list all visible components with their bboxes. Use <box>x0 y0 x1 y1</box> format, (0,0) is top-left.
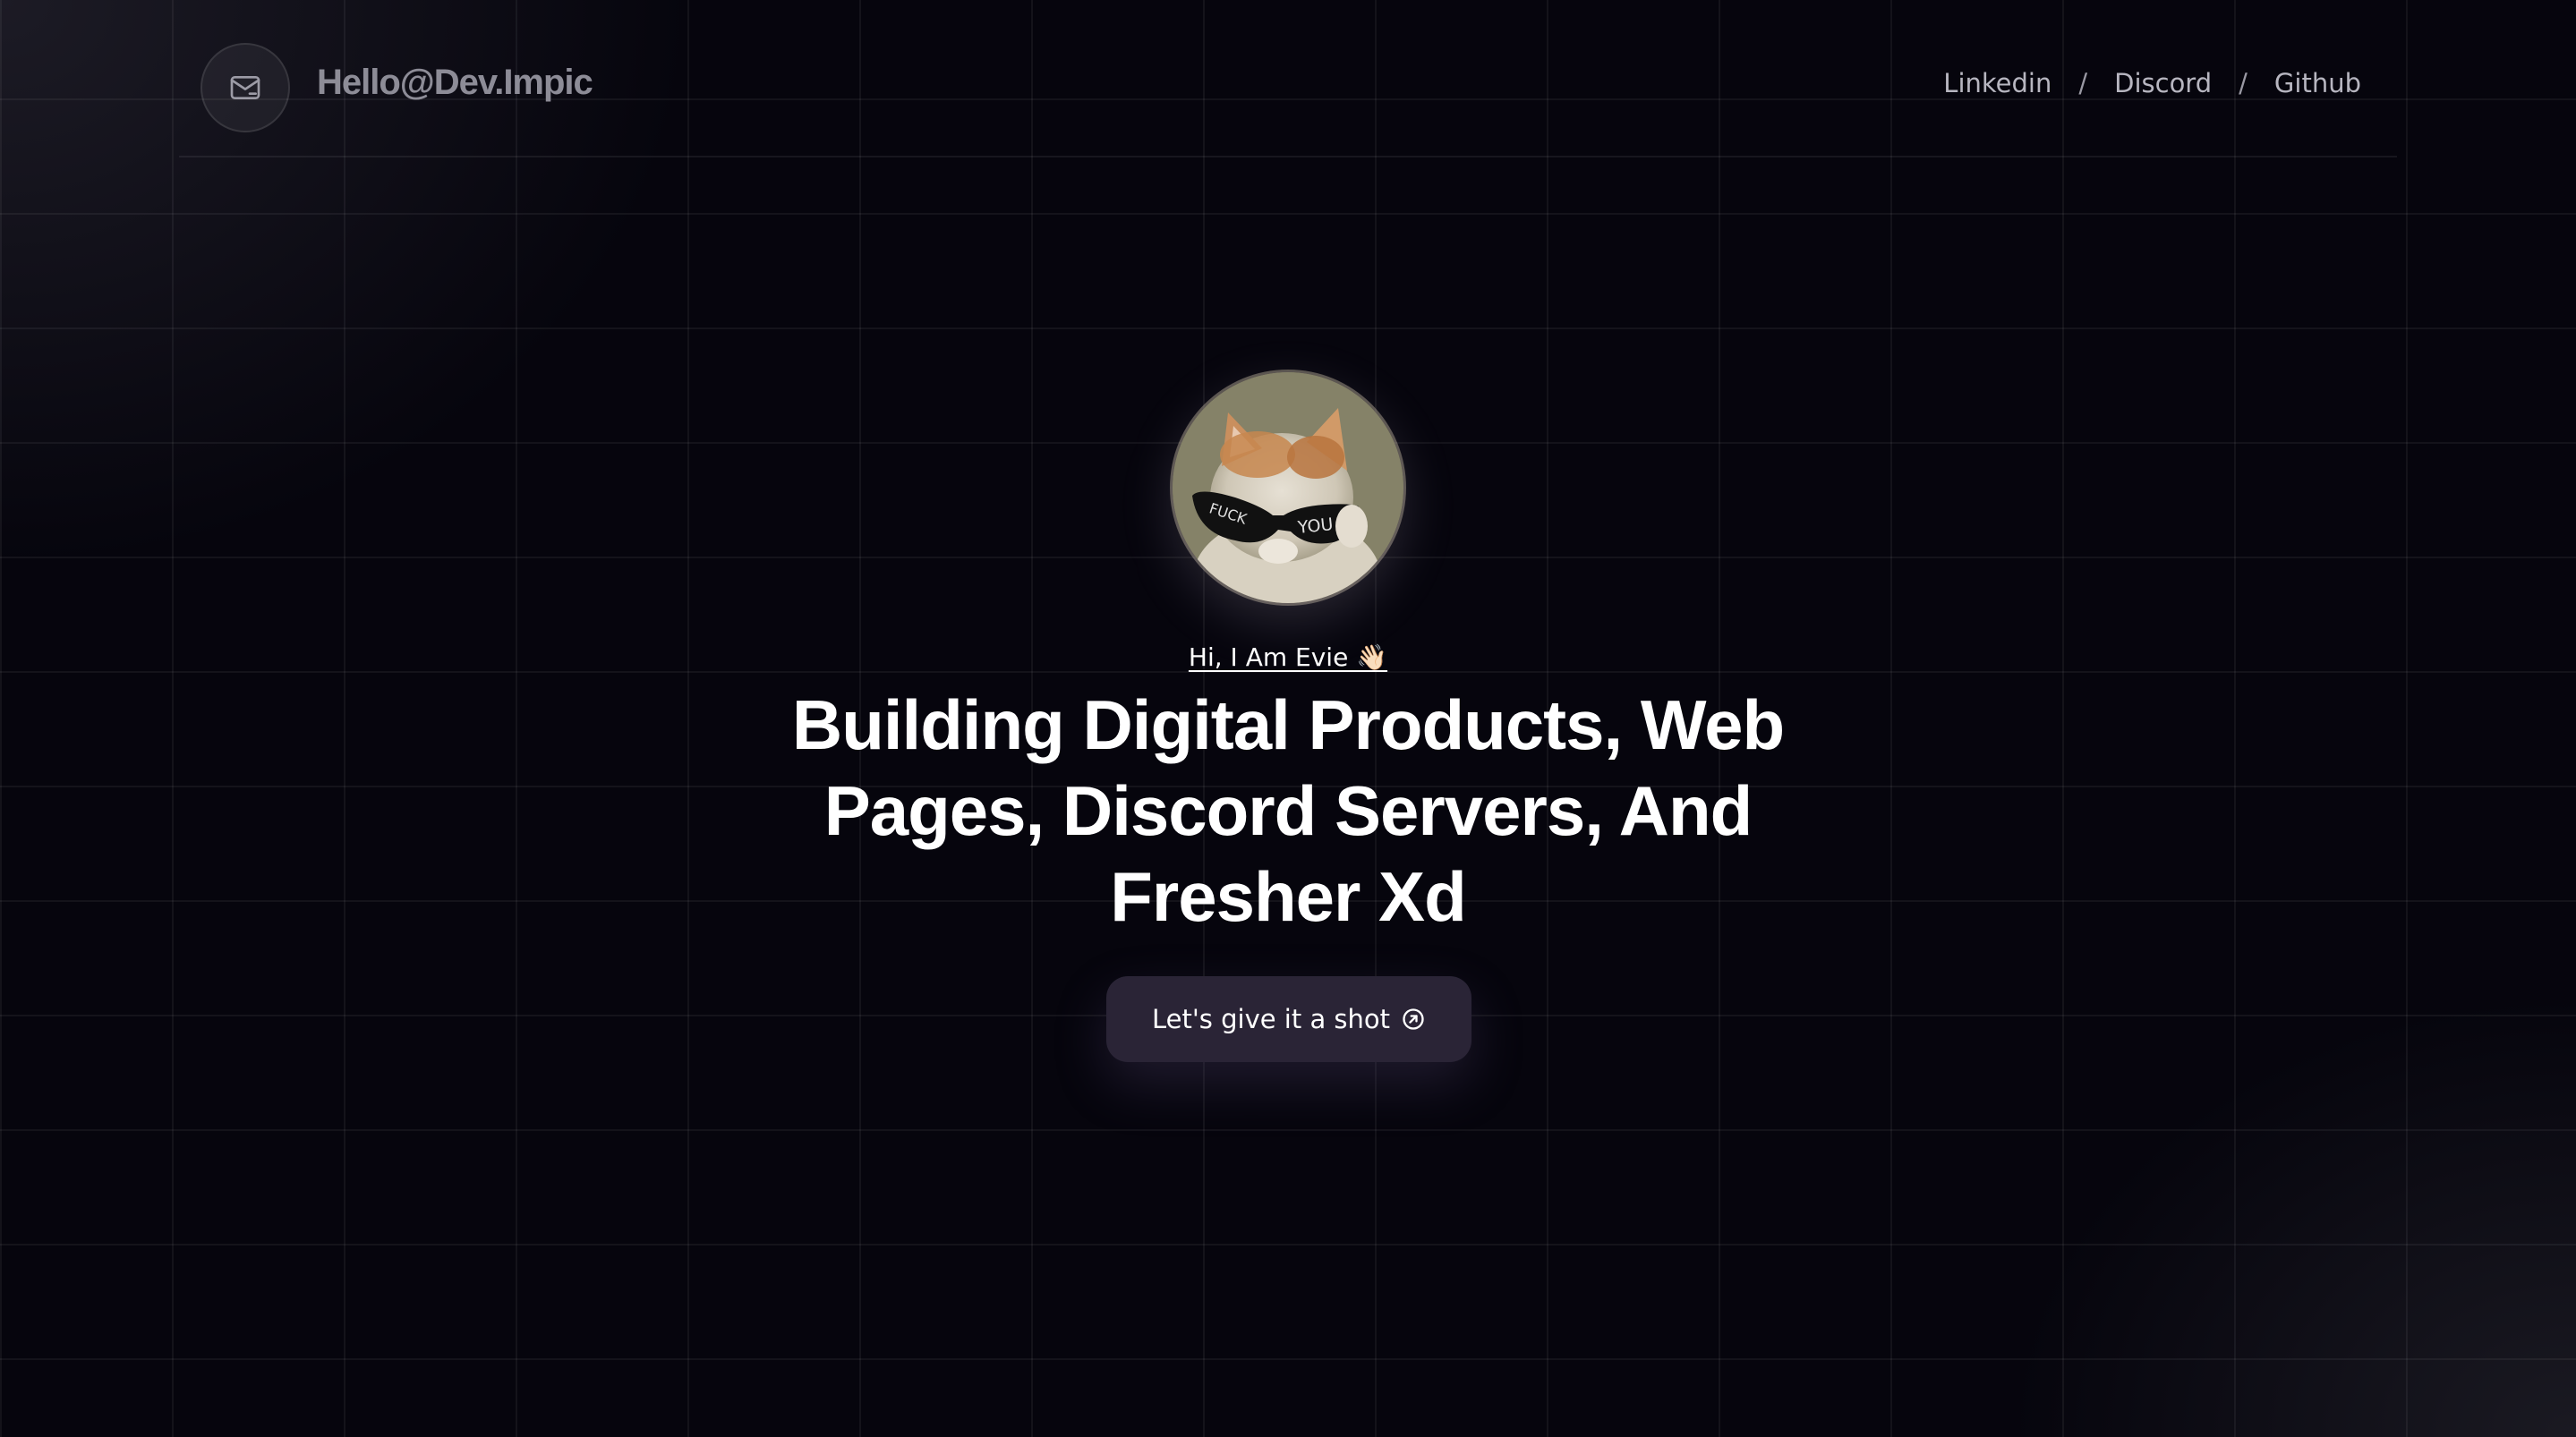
site-header: Hello@Dev.Impic Linkedin / Discord / Git… <box>179 0 2397 157</box>
brand-email[interactable]: Hello@Dev.Impic <box>317 63 593 103</box>
cta-label: Let's give it a shot <box>1151 1004 1391 1034</box>
hero-headline: Building Digital Products, Web Pages, Di… <box>791 685 1785 936</box>
svg-text:YOU: YOU <box>1296 514 1335 538</box>
nav-link-github[interactable]: Github <box>2274 68 2361 98</box>
greeting[interactable]: Hi, I Am Evie 👋🏻 <box>0 642 2576 672</box>
cat-with-sunglasses-avatar: FUCK YOU <box>1173 372 1403 603</box>
greeting-text[interactable]: Hi, I Am Evie 👋🏻 <box>1189 642 1387 672</box>
nav-link-discord[interactable]: Discord <box>2114 68 2212 98</box>
arrow-up-right-circle-icon <box>1403 1008 1424 1030</box>
social-nav: Linkedin / Discord / Github <box>1943 68 2361 98</box>
nav-link-linkedin[interactable]: Linkedin <box>1943 68 2051 98</box>
avatar: FUCK YOU <box>1173 372 1403 603</box>
mail-icon-button[interactable] <box>200 43 290 132</box>
nav-separator: / <box>2078 68 2088 98</box>
nav-separator: / <box>2239 68 2248 98</box>
cta-button[interactable]: Let's give it a shot <box>1106 976 1471 1062</box>
mail-icon <box>230 76 260 99</box>
